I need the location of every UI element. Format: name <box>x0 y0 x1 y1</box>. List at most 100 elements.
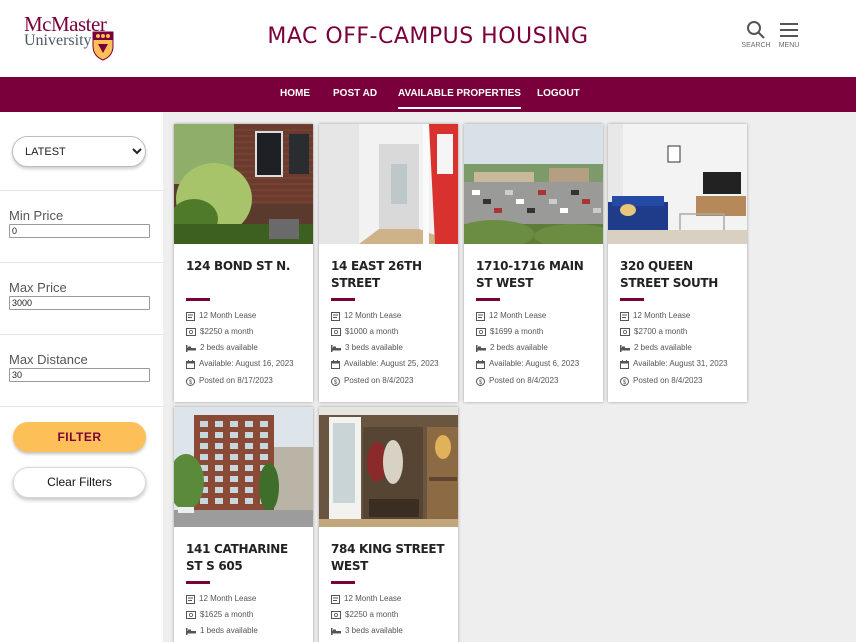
price-icon <box>331 611 341 619</box>
max-price-input[interactable] <box>9 296 150 310</box>
mcmaster-logo[interactable]: McMaster University <box>22 12 122 64</box>
price-detail: $1000 a month <box>331 326 398 338</box>
bed-icon <box>331 345 341 352</box>
lease-text: 12 Month Lease <box>199 594 257 603</box>
property-title[interactable]: 141 CATHARINE ST S 605 <box>186 541 306 575</box>
divider <box>0 190 163 191</box>
lease-detail: 12 Month Lease <box>186 593 256 605</box>
calendar-icon <box>476 359 485 369</box>
price-icon <box>186 611 196 619</box>
bed-icon <box>331 628 341 635</box>
lease-icon <box>620 311 629 321</box>
price-icon <box>331 328 341 336</box>
menu-icon <box>780 23 798 37</box>
property-card[interactable]: 320 QUEEN STREET SOUTH 12 Month Lease $2… <box>608 124 747 402</box>
title-accent-rule <box>476 298 500 301</box>
filter-sidebar: LATEST Min Price Max Price Max Distance … <box>0 112 163 642</box>
property-photo[interactable] <box>608 124 747 244</box>
main-nav: HOME POST AD AVAILABLE PROPERTIES LOGOUT <box>0 77 856 112</box>
logo-wordmark-line2: University <box>24 32 92 49</box>
bed-icon <box>186 628 196 635</box>
sort-select[interactable]: LATEST <box>12 136 146 167</box>
dollar-icon: $ <box>620 376 629 386</box>
beds-text: 1 beds available <box>200 626 258 635</box>
property-photo[interactable] <box>174 407 313 527</box>
available-text: Available: August 6, 2023 <box>489 359 580 368</box>
property-card[interactable]: 141 CATHARINE ST S 605 12 Month Lease $1… <box>174 407 313 642</box>
beds-text: 3 beds available <box>345 626 403 635</box>
site-header: McMaster University MAC OFF-CAMPUS HOUSI… <box>0 0 856 77</box>
property-title[interactable]: 784 KING STREET WEST <box>331 541 451 575</box>
property-photo[interactable] <box>319 407 458 527</box>
price-detail: $1625 a month <box>186 609 253 621</box>
nav-logout[interactable]: LOGOUT <box>537 88 580 99</box>
clear-filters-button[interactable]: Clear Filters <box>13 467 146 498</box>
posted-detail: $ Posted on 8/4/2023 <box>476 375 558 387</box>
price-icon <box>620 328 630 336</box>
available-text: Available: August 16, 2023 <box>199 359 294 368</box>
posted-detail: $ Posted on 8/17/2023 <box>186 375 273 387</box>
price-text: $2250 a month <box>345 610 399 619</box>
nav-available-properties[interactable]: AVAILABLE PROPERTIES <box>398 88 521 109</box>
beds-text: 3 beds available <box>345 343 403 352</box>
calendar-icon <box>620 359 629 369</box>
available-text: Available: August 25, 2023 <box>344 359 439 368</box>
beds-detail: 3 beds available <box>331 342 403 354</box>
property-photo[interactable] <box>464 124 603 244</box>
dollar-icon: $ <box>186 376 195 386</box>
posted-text: Posted on 8/4/2023 <box>344 376 414 385</box>
bed-icon <box>476 345 486 352</box>
beds-text: 2 beds available <box>490 343 548 352</box>
divider <box>0 334 163 335</box>
price-detail: $1699 a month <box>476 326 543 338</box>
max-distance-label: Max Distance <box>9 352 88 367</box>
availability-detail: Available: August 16, 2023 <box>186 358 294 370</box>
property-title[interactable]: 1710-1716 MAIN ST WEST <box>476 258 596 292</box>
beds-detail: 2 beds available <box>186 342 258 354</box>
lease-detail: 12 Month Lease <box>476 310 546 322</box>
available-text: Available: August 31, 2023 <box>633 359 728 368</box>
property-card[interactable]: 784 KING STREET WEST 12 Month Lease $225… <box>319 407 458 642</box>
lease-detail: 12 Month Lease <box>331 593 401 605</box>
lease-text: 12 Month Lease <box>633 311 691 320</box>
lease-icon <box>186 594 195 604</box>
availability-detail: Available: August 31, 2023 <box>620 358 728 370</box>
site-title: MAC OFF-CAMPUS HOUSING <box>267 24 589 49</box>
posted-detail: $ Posted on 8/4/2023 <box>620 375 702 387</box>
min-price-input[interactable] <box>9 224 150 238</box>
property-card[interactable]: 124 BOND ST N. 12 Month Lease $2250 a mo… <box>174 124 313 402</box>
title-accent-rule <box>331 581 355 584</box>
menu-button[interactable]: MENU <box>769 20 809 60</box>
beds-detail: 2 beds available <box>620 342 692 354</box>
availability-detail: Available: August 6, 2023 <box>476 358 579 370</box>
max-distance-input[interactable] <box>9 368 150 382</box>
price-text: $1625 a month <box>200 610 254 619</box>
price-icon <box>476 328 486 336</box>
lease-detail: 12 Month Lease <box>620 310 690 322</box>
property-title[interactable]: 124 BOND ST N. <box>186 258 306 275</box>
bed-icon <box>620 345 630 352</box>
filter-button[interactable]: FILTER <box>13 422 146 452</box>
beds-text: 2 beds available <box>200 343 258 352</box>
property-photo[interactable] <box>319 124 458 244</box>
min-price-label: Min Price <box>9 208 64 223</box>
price-text: $2250 a month <box>200 327 254 336</box>
property-title[interactable]: 320 QUEEN STREET SOUTH <box>620 258 740 292</box>
property-card[interactable]: 14 EAST 26TH STREET 12 Month Lease $1000… <box>319 124 458 402</box>
nav-home[interactable]: HOME <box>280 88 310 99</box>
title-accent-rule <box>331 298 355 301</box>
price-detail: $2250 a month <box>331 609 398 621</box>
dollar-icon: $ <box>331 376 340 386</box>
property-title[interactable]: 14 EAST 26TH STREET <box>331 258 451 292</box>
bed-icon <box>186 345 196 352</box>
nav-post-ad[interactable]: POST AD <box>333 88 377 99</box>
property-card[interactable]: 1710-1716 MAIN ST WEST 12 Month Lease $1… <box>464 124 603 402</box>
search-icon <box>747 21 765 39</box>
title-accent-rule <box>186 298 210 301</box>
price-text: $2700 a month <box>634 327 688 336</box>
lease-text: 12 Month Lease <box>489 311 547 320</box>
availability-detail: Available: August 25, 2023 <box>331 358 439 370</box>
lease-text: 12 Month Lease <box>344 311 402 320</box>
dollar-icon: $ <box>476 376 485 386</box>
property-photo[interactable] <box>174 124 313 244</box>
